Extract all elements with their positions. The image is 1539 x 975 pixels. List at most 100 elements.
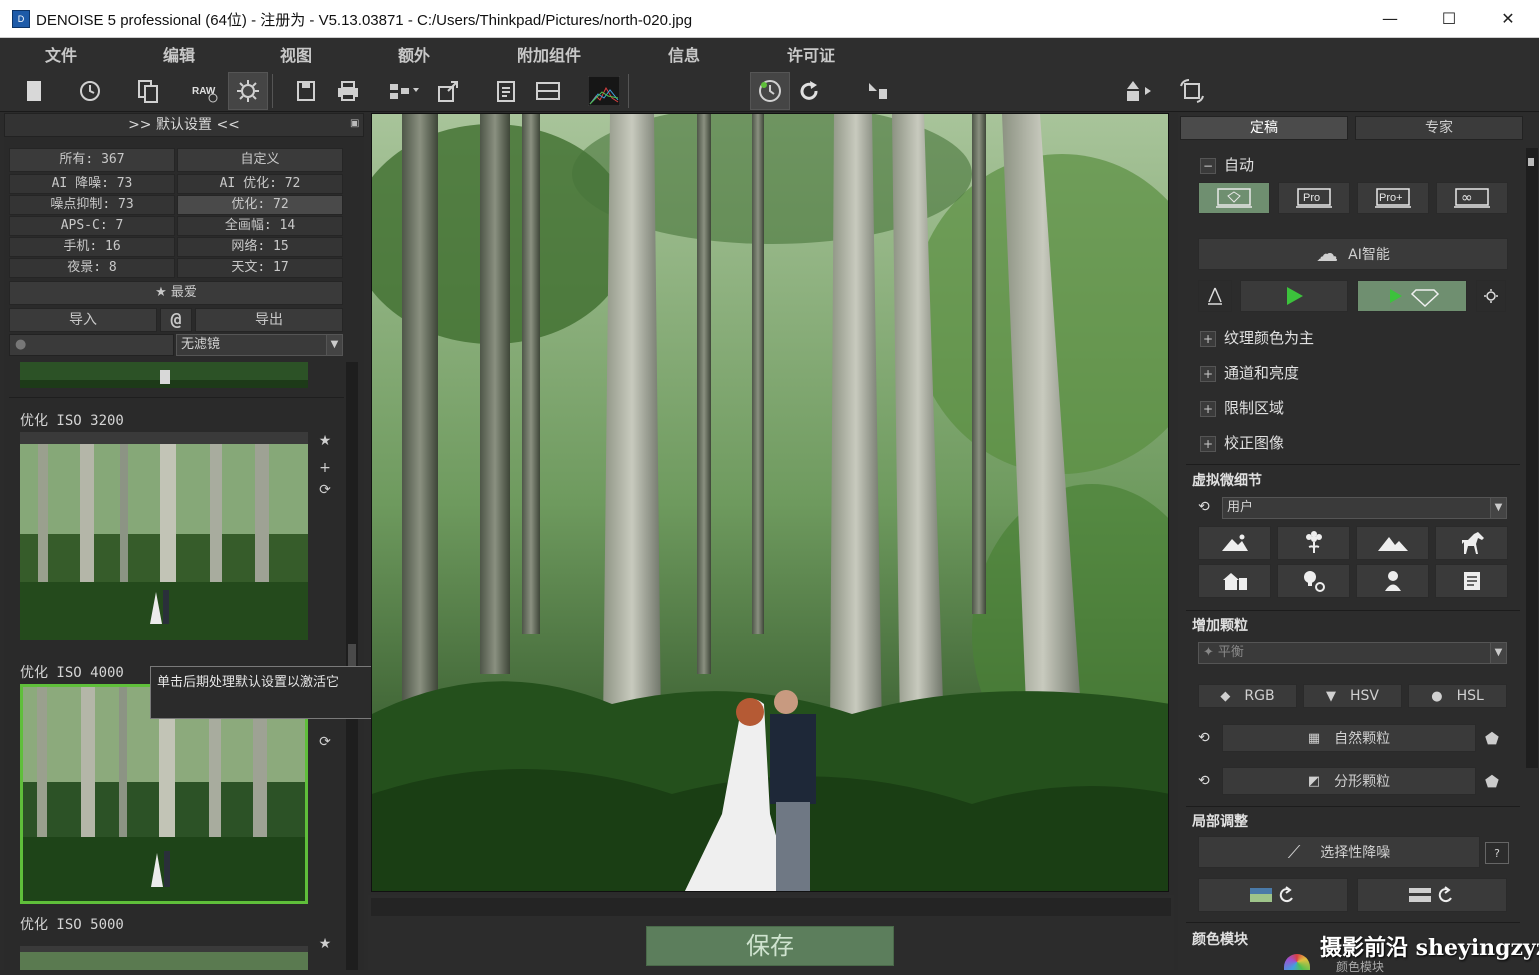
- portrait-icon[interactable]: [1356, 564, 1429, 598]
- horse-icon[interactable]: [1435, 526, 1508, 560]
- undock-icon[interactable]: ▣: [350, 118, 359, 129]
- reset-icon[interactable]: ⟲: [1198, 730, 1210, 746]
- maximize-button[interactable]: ☐: [1420, 0, 1478, 38]
- category-night[interactable]: 夜景: 8: [9, 258, 175, 278]
- help-icon[interactable]: ?: [1485, 842, 1509, 864]
- natural-grain-button[interactable]: ▦ 自然颗粒: [1222, 724, 1476, 752]
- mountains-icon[interactable]: [1356, 526, 1429, 560]
- minimize-button[interactable]: —: [1361, 0, 1419, 38]
- auto-mode-pro-plus[interactable]: Pro+: [1357, 182, 1429, 214]
- grain-mode-rgb[interactable]: ◆ RGB: [1198, 684, 1297, 708]
- clipboard-icon[interactable]: [486, 72, 526, 110]
- compass-icon[interactable]: [1198, 280, 1232, 312]
- export-icon[interactable]: [428, 72, 468, 110]
- virtual-detail-select[interactable]: 用户 ▼: [1222, 497, 1507, 519]
- auto-mode-pro[interactable]: Pro: [1278, 182, 1350, 214]
- shield-icon[interactable]: ⬟: [1485, 772, 1499, 791]
- histogram-icon[interactable]: [584, 72, 624, 110]
- print-icon[interactable]: [328, 72, 368, 110]
- category-web[interactable]: 网络: 15: [177, 237, 343, 257]
- category-astro[interactable]: 天文: 17: [177, 258, 343, 278]
- run-auto-pro-button[interactable]: [1357, 280, 1467, 312]
- category-all[interactable]: 所有: 367: [9, 148, 175, 172]
- preset-search-input[interactable]: ●: [9, 334, 174, 356]
- landscape-icon[interactable]: [1198, 526, 1271, 560]
- ai-smart-button[interactable]: ☁ AI智能: [1198, 238, 1508, 270]
- preset-panel-header[interactable]: >> 默认设置 <<: [4, 113, 364, 137]
- buildings-icon[interactable]: [1198, 564, 1271, 598]
- expand-channel-brightness[interactable]: + 通道和亮度: [1200, 362, 1299, 384]
- category-optimize[interactable]: 优化: 72: [177, 195, 343, 215]
- shield-icon[interactable]: ⬟: [1485, 729, 1499, 748]
- history-icon[interactable]: [70, 72, 110, 110]
- menu-file[interactable]: 文件: [45, 42, 77, 66]
- document-icon[interactable]: [1435, 564, 1508, 598]
- settings-scrollbar[interactable]: [1526, 148, 1538, 768]
- menu-info[interactable]: 信息: [668, 42, 700, 66]
- reset-icon[interactable]: ⟲: [1198, 773, 1210, 789]
- fit-right-icon[interactable]: [1118, 72, 1158, 110]
- main-preview-image[interactable]: [371, 113, 1169, 892]
- refresh-preset-icon[interactable]: ⟳: [317, 734, 333, 750]
- menu-license[interactable]: 许可证: [787, 42, 835, 66]
- category-ai-optimize[interactable]: AI 优化: 72: [177, 174, 343, 194]
- auto-section-toggle[interactable]: − 自动: [1200, 154, 1254, 176]
- reset-icon[interactable]: ⟲: [1198, 499, 1210, 515]
- scroll-up-icon[interactable]: [1528, 158, 1534, 166]
- batch-settings-icon[interactable]: [228, 72, 268, 110]
- processing-timer-icon[interactable]: [750, 72, 790, 110]
- category-noise-suppress[interactable]: 噪点抑制: 73: [9, 195, 175, 215]
- grain-mode-hsl[interactable]: ● HSL: [1408, 684, 1507, 708]
- favorites-button[interactable]: ★ 最爱: [9, 281, 343, 305]
- auto-settings-gear-icon[interactable]: [1476, 280, 1506, 312]
- add-preset-icon[interactable]: +: [317, 460, 333, 476]
- split-view-icon[interactable]: [528, 72, 568, 110]
- tab-finalize[interactable]: 定稿: [1180, 116, 1348, 140]
- redo-icon[interactable]: [790, 72, 830, 110]
- auto-mode-standard[interactable]: [1198, 182, 1270, 214]
- gradient-mask-button[interactable]: [1198, 878, 1348, 912]
- preset-thumbnail[interactable]: [20, 946, 308, 970]
- expand-limit-region[interactable]: + 限制区域: [1200, 397, 1284, 419]
- fit-left-icon[interactable]: [858, 72, 898, 110]
- flower-icon[interactable]: [1277, 526, 1350, 560]
- auto-mode-infinite[interactable]: ∞: [1436, 182, 1508, 214]
- menu-addons[interactable]: 附加组件: [517, 42, 581, 66]
- scrollbar-thumb[interactable]: [348, 644, 356, 668]
- at-button[interactable]: @: [160, 308, 192, 332]
- expand-correct-image[interactable]: + 校正图像: [1200, 432, 1284, 454]
- expand-texture-color[interactable]: + 纹理颜色为主: [1200, 327, 1314, 349]
- menu-extra[interactable]: 额外: [398, 42, 430, 66]
- grain-select[interactable]: ✦ 平衡 ▼: [1198, 642, 1507, 664]
- copy-settings-icon[interactable]: [128, 72, 168, 110]
- selective-denoise-button[interactable]: ⟋ 选择性降噪: [1198, 836, 1480, 868]
- import-button[interactable]: 导入: [9, 308, 157, 332]
- preset-thumbnail[interactable]: [20, 362, 308, 388]
- preset-thumbnail[interactable]: [20, 432, 308, 640]
- save-disk-icon[interactable]: [286, 72, 326, 110]
- save-button[interactable]: 保存: [646, 926, 894, 966]
- new-file-icon[interactable]: [14, 72, 54, 110]
- menu-edit[interactable]: 编辑: [163, 42, 195, 66]
- favorite-star-icon[interactable]: ★: [317, 936, 333, 952]
- favorite-star-icon[interactable]: ★: [317, 433, 333, 449]
- menu-view[interactable]: 视图: [280, 42, 312, 66]
- close-button[interactable]: ✕: [1479, 0, 1537, 38]
- rotate-crop-icon[interactable]: [1172, 72, 1212, 110]
- category-custom[interactable]: 自定义: [177, 148, 343, 172]
- raw-icon[interactable]: RAW: [185, 72, 225, 110]
- export-button[interactable]: 导出: [195, 308, 343, 332]
- bulb-gear-icon[interactable]: [1277, 564, 1350, 598]
- refresh-preset-icon[interactable]: ⟳: [317, 482, 333, 498]
- tab-expert[interactable]: 专家: [1355, 116, 1523, 140]
- mask-swap-button[interactable]: [1357, 878, 1507, 912]
- run-auto-button[interactable]: [1240, 280, 1348, 312]
- category-aps-c[interactable]: APS-C: 7: [9, 216, 175, 236]
- filter-select[interactable]: 无滤镜 ▼: [176, 334, 343, 356]
- category-full-frame[interactable]: 全画幅: 14: [177, 216, 343, 236]
- category-ai-denoise[interactable]: AI 降噪: 73: [9, 174, 175, 194]
- category-phone[interactable]: 手机: 16: [9, 237, 175, 257]
- fractal-grain-button[interactable]: ◩ 分形颗粒: [1222, 767, 1476, 795]
- grain-mode-hsv[interactable]: ▼ HSV: [1303, 684, 1402, 708]
- compare-layout-icon[interactable]: [384, 72, 424, 110]
